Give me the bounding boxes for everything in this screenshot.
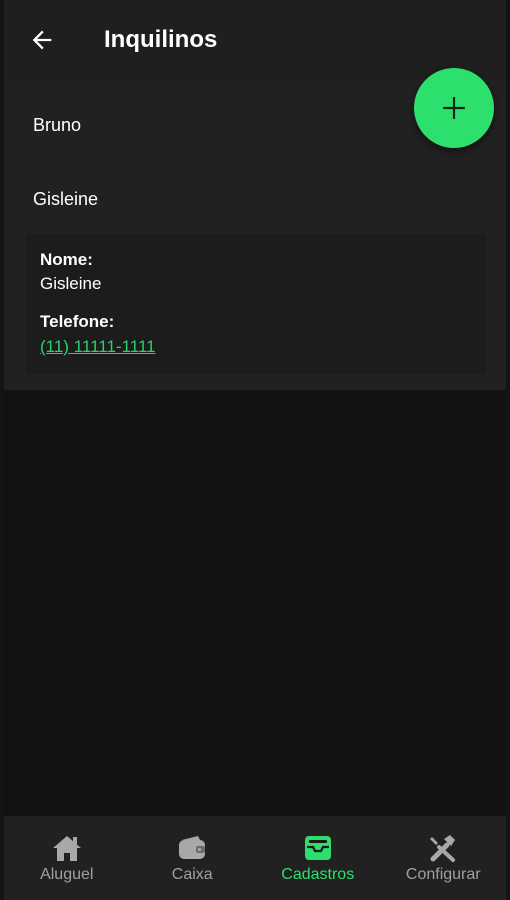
nav-item-cadastros[interactable]: Cadastros [255,816,381,900]
phone-link[interactable]: (11) 11111-1111 [40,334,472,360]
name-label: Nome: [40,250,93,269]
nav-label: Configurar [405,866,481,883]
nav-label: Caixa [171,866,213,883]
nav-item-caixa[interactable]: Caixa [130,816,256,900]
nav-item-configurar[interactable]: Configurar [381,816,507,900]
inbox-icon [304,836,331,860]
bottom-navigation: Aluguel Caixa Cadastros Configurar [4,816,506,900]
top-app-bar: Inquilinos [4,0,506,80]
page-title: Inquilinos [104,26,218,53]
wallet-icon [179,836,206,859]
tools-icon [430,835,456,862]
nav-label: Aluguel [40,866,94,883]
name-value: Gisleine [40,274,102,293]
tenant-detail-card: Nome: Gisleine Telefone: (11) 11111-1111 [26,234,486,374]
back-button[interactable] [26,24,58,56]
app-screen: Inquilinos Bruno Gisleine Nome: Gisleine… [4,0,506,900]
nav-item-aluguel[interactable]: Aluguel [4,816,130,900]
nav-label: Cadastros [281,866,355,883]
tenant-name: Gisleine [33,188,99,209]
arrow-left-icon [32,30,52,50]
home-icon [52,836,81,861]
add-tenant-button[interactable] [414,68,494,148]
tenant-name: Bruno [33,114,82,135]
list-item-tenant-expanded[interactable]: Gisleine [4,164,506,234]
plus-icon [443,97,465,119]
phone-label: Telefone: [40,312,115,331]
